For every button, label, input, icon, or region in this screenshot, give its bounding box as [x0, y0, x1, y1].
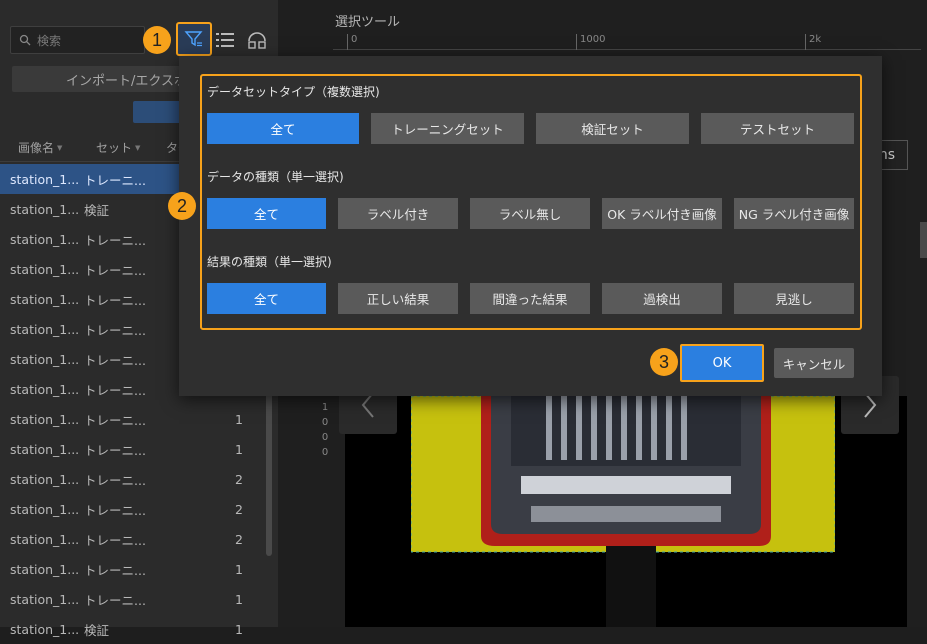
image-name-cell: station_1... — [10, 321, 78, 337]
set-cell: トレーニ... — [84, 412, 146, 428]
add-button[interactable] — [133, 101, 181, 123]
dataset-type-label: データセットタイプ（複数選択) — [207, 85, 380, 99]
import-export-button[interactable]: インポート/エクスポ — [12, 66, 196, 92]
list-item[interactable]: station_1... トレーニ... 1 — [0, 584, 265, 614]
image-name-cell: station_1... — [10, 561, 78, 577]
set-cell: 検証 — [84, 622, 110, 638]
image-name-cell: station_1... — [10, 261, 78, 277]
image-name-cell: station_1... — [10, 171, 78, 187]
dataset-type-test[interactable]: テストセット — [701, 113, 854, 144]
step-badge-2: 2 — [168, 192, 196, 220]
image-name-cell: station_1... — [10, 441, 78, 457]
tag-count-cell: 1 — [235, 591, 243, 607]
sample-image — [411, 396, 835, 627]
sort-arrow-icon: ▼ — [57, 143, 63, 152]
step-badge-1: 1 — [143, 26, 171, 54]
tag-count-cell: 1 — [235, 621, 243, 637]
rotate-icon — [248, 32, 266, 49]
tag-count-cell: 1 — [235, 441, 243, 457]
set-cell: トレーニ... — [84, 382, 146, 398]
search-input[interactable]: 検索 — [10, 26, 145, 54]
data-kind-label: データの種類（単一選択) — [207, 170, 344, 184]
image-name-cell: station_1... — [10, 471, 78, 487]
tag-count-cell: 1 — [235, 411, 243, 427]
set-cell: トレーニ... — [84, 292, 146, 308]
tag-count-cell: 1 — [235, 561, 243, 577]
image-name-cell: station_1... — [10, 621, 78, 637]
data-kind-unlabeled[interactable]: ラベル無し — [470, 198, 590, 229]
tag-count-cell: 2 — [235, 471, 243, 487]
set-cell: トレーニ... — [84, 592, 146, 608]
tool-title: 選択ツール — [335, 15, 401, 30]
image-name-cell: station_1... — [10, 411, 78, 427]
data-kind-ok-labeled[interactable]: OK ラベル付き画像 — [602, 198, 722, 229]
set-cell: トレーニ... — [84, 442, 146, 458]
workspace-scrollbar[interactable] — [920, 222, 927, 258]
ok-label: OK — [712, 355, 732, 371]
sort-arrow-icon: ▼ — [135, 143, 141, 152]
tag-count-cell: 2 — [235, 531, 243, 547]
result-kind-all[interactable]: 全て — [207, 283, 326, 314]
horizontal-ruler: 0 1000 2k — [333, 34, 921, 50]
step-badge-3: 3 — [650, 348, 678, 376]
set-cell: トレーニ... — [84, 352, 146, 368]
data-kind-labeled[interactable]: ラベル付き — [338, 198, 458, 229]
search-icon — [19, 34, 31, 46]
set-cell: トレーニ... — [84, 262, 146, 278]
set-cell: トレーニ... — [84, 562, 146, 578]
set-cell: トレーニ... — [84, 532, 146, 548]
set-cell: トレーニ... — [84, 232, 146, 248]
vertical-ruler: 1 0 0 0 — [321, 402, 329, 458]
image-name-cell: station_1... — [10, 351, 78, 367]
set-cell: トレーニ... — [84, 172, 146, 188]
ruler-tick: 0 — [347, 34, 357, 50]
image-name-cell: station_1... — [10, 531, 78, 547]
result-kind-label: 結果の種類（単一選択) — [207, 255, 332, 269]
tag-count-cell: 2 — [235, 501, 243, 517]
set-cell: 検証 — [84, 202, 110, 218]
image-name-cell: station_1... — [10, 381, 78, 397]
image-name-cell: station_1... — [10, 231, 78, 247]
cancel-button[interactable]: キャンセル — [774, 348, 854, 378]
ok-button[interactable]: OK — [680, 344, 764, 382]
result-kind-correct[interactable]: 正しい結果 — [338, 283, 458, 314]
search-placeholder: 検索 — [37, 33, 62, 48]
filter-icon — [184, 31, 203, 47]
column-set[interactable]: セット ▼ — [78, 134, 148, 161]
dataset-type-all[interactable]: 全て — [207, 113, 359, 144]
dataset-type-training[interactable]: トレーニングセット — [371, 113, 524, 144]
list-view-button[interactable] — [214, 28, 236, 52]
column-image-name[interactable]: 画像名 ▼ — [0, 134, 78, 161]
list-item[interactable]: station_1... トレーニ... 2 — [0, 464, 265, 494]
list-icon — [216, 33, 234, 47]
dataset-type-validation[interactable]: 検証セット — [536, 113, 689, 144]
filter-button[interactable] — [176, 22, 212, 56]
data-kind-ng-labeled[interactable]: NG ラベル付き画像 — [734, 198, 854, 229]
ruler-tick: 1000 — [576, 34, 605, 50]
list-item[interactable]: station_1... トレーニ... 2 — [0, 524, 265, 554]
result-kind-missed[interactable]: 見逃し — [734, 283, 854, 314]
set-cell: トレーニ... — [84, 502, 146, 518]
list-item[interactable]: station_1... トレーニ... 1 — [0, 434, 265, 464]
ruler-tick: 2k — [805, 34, 821, 50]
data-kind-all[interactable]: 全て — [207, 198, 326, 229]
image-name-cell: station_1... — [10, 201, 78, 217]
result-kind-wrong[interactable]: 間違った結果 — [470, 283, 590, 314]
image-name-cell: station_1... — [10, 291, 78, 307]
set-cell: トレーニ... — [84, 472, 146, 488]
list-item[interactable]: station_1... 検証 1 — [0, 614, 265, 644]
list-item[interactable]: station_1... トレーニ... 1 — [0, 404, 265, 434]
set-cell: トレーニ... — [84, 322, 146, 338]
image-name-cell: station_1... — [10, 591, 78, 607]
result-kind-overkill[interactable]: 過検出 — [602, 283, 722, 314]
list-item[interactable]: station_1... トレーニ... 2 — [0, 494, 265, 524]
rotate-button[interactable] — [246, 28, 268, 52]
image-name-cell: station_1... — [10, 501, 78, 517]
list-item[interactable]: station_1... トレーニ... 1 — [0, 554, 265, 584]
